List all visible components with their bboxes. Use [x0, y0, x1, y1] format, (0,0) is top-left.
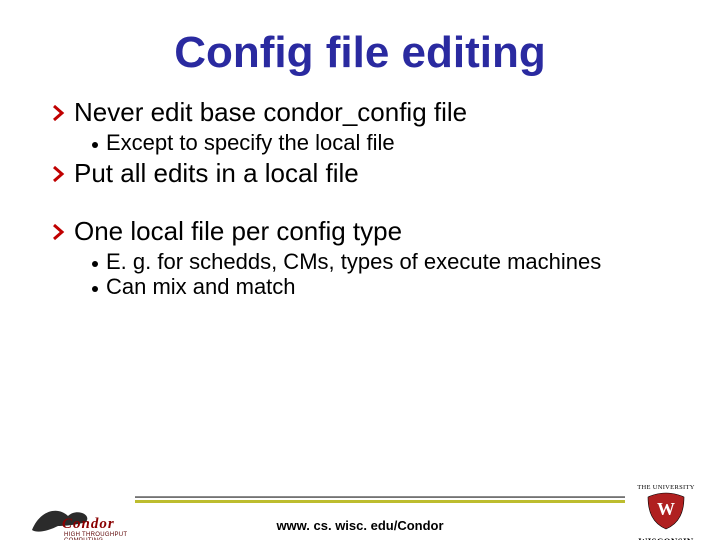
uw-logo: THE UNIVERSITY W WISCONSIN MADISON	[636, 484, 696, 540]
slide-title: Config file editing	[0, 28, 720, 78]
sub-bullet-text: E. g. for schedds, CMs, types of execute…	[106, 249, 601, 274]
chevron-icon	[52, 223, 66, 241]
svg-text:W: W	[657, 499, 675, 519]
slide: Config file editing Never edit base cond…	[0, 28, 720, 540]
spacer	[52, 191, 680, 213]
sub-bullet: Can mix and match	[92, 274, 680, 299]
sub-bullet: E. g. for schedds, CMs, types of execute…	[92, 249, 680, 274]
bullet-text: Never edit base condor_config file	[74, 98, 467, 128]
bullet-item: One local file per config type	[52, 217, 680, 247]
slide-footer: www. cs. wisc. edu/Condor Condor HIGH TH…	[0, 478, 720, 540]
condor-logo-text: Condor	[62, 516, 115, 533]
sub-bullet-text: Except to specify the local file	[106, 130, 395, 155]
sub-bullet: Except to specify the local file	[92, 130, 680, 155]
bullet-item: Put all edits in a local file	[52, 159, 680, 189]
slide-content: Never edit base condor_config file Excep…	[0, 98, 720, 300]
divider	[135, 496, 625, 503]
chevron-icon	[52, 165, 66, 183]
uw-logo-top-text: THE UNIVERSITY	[636, 484, 696, 491]
bullet-dot-icon	[92, 286, 98, 292]
sub-bullet-text: Can mix and match	[106, 274, 296, 299]
bullet-dot-icon	[92, 142, 98, 148]
bullet-item: Never edit base condor_config file	[52, 98, 680, 128]
bullet-text: Put all edits in a local file	[74, 159, 359, 189]
condor-logo: Condor HIGH THROUGHPUT COMPUTING	[28, 500, 136, 540]
uw-crest-icon: W	[636, 491, 696, 531]
bullet-dot-icon	[92, 261, 98, 267]
condor-logo-tagline: HIGH THROUGHPUT COMPUTING	[64, 532, 136, 540]
bullet-text: One local file per config type	[74, 217, 402, 247]
chevron-icon	[52, 104, 66, 122]
